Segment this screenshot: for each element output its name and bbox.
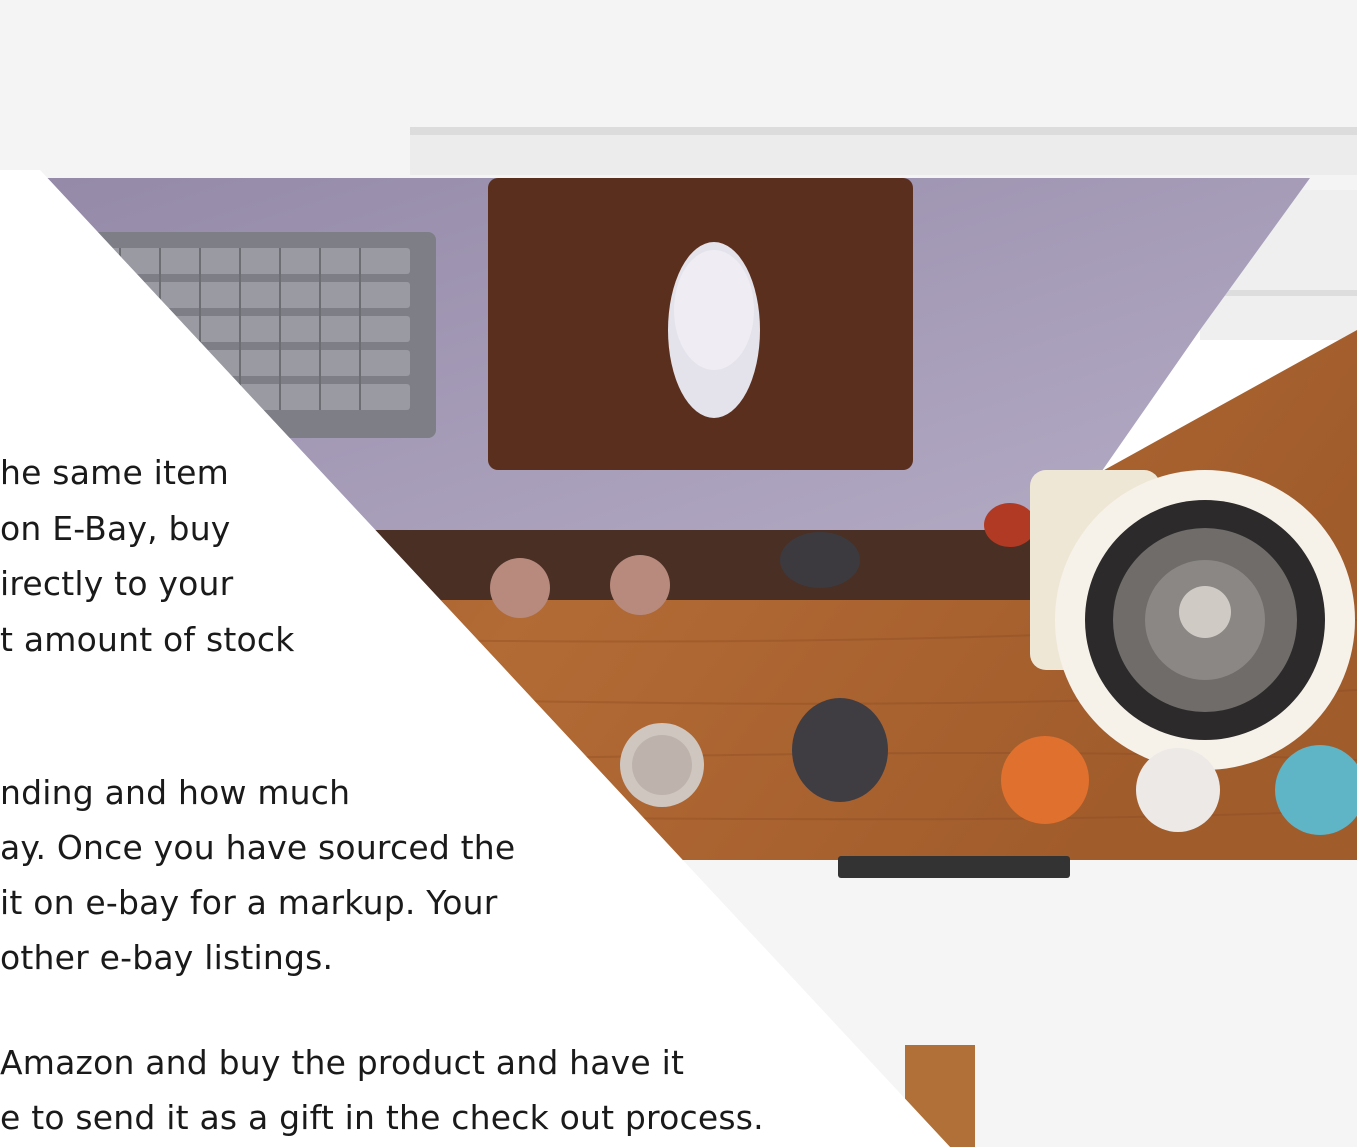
coin: [610, 555, 670, 615]
body-line: it on e-bay for a markup. Your: [0, 883, 498, 922]
drawer-handle: [838, 856, 1070, 878]
body-line: on E-Bay, buy: [0, 509, 231, 548]
body-line: t amount of stock: [0, 620, 295, 659]
orange-ball: [1001, 736, 1089, 824]
body-line: he same item: [0, 453, 230, 492]
figurine: [792, 698, 888, 802]
body-line: nding and how much: [0, 773, 351, 812]
body-line: irectly to your: [0, 564, 234, 603]
body-line: other e-bay listings.: [0, 938, 334, 977]
coin: [490, 558, 550, 618]
body-line: e to send it as a gift in the check out …: [0, 1098, 764, 1137]
white-ball: [1136, 748, 1220, 832]
shelf-edge: [410, 127, 1357, 135]
figurine: [780, 532, 860, 588]
body-line: Amazon and buy the product and have it: [0, 1043, 685, 1082]
body-line: ay. Once you have sourced the: [0, 828, 516, 867]
